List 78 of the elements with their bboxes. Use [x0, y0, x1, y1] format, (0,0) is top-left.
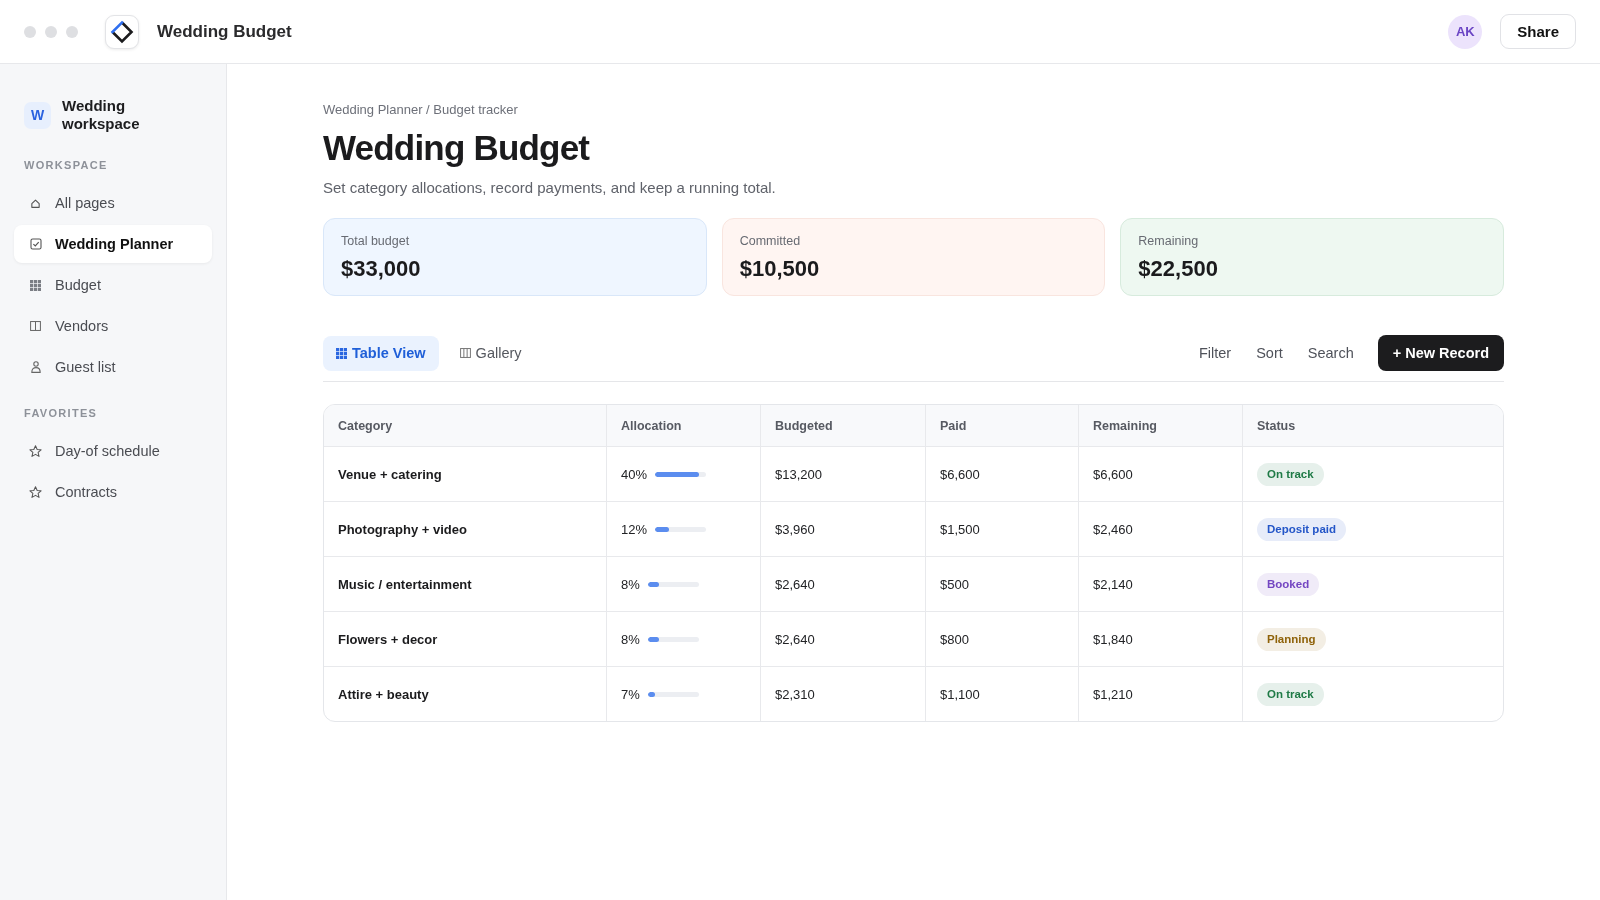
view-tab[interactable]: Table View — [323, 335, 439, 371]
table-cell: Venue + catering — [324, 447, 607, 501]
card-value: $22,500 — [1138, 255, 1219, 283]
sidebar-item[interactable]: Vendors — [14, 307, 212, 345]
sidebar-item[interactable]: Contracts — [14, 473, 212, 511]
status-tag: Deposit paid — [1257, 517, 1346, 541]
window-dot-icon[interactable] — [66, 25, 78, 38]
card-label: Remaining — [1138, 233, 1200, 249]
window-dot-icon[interactable] — [24, 25, 36, 38]
percent-text: 8% — [621, 576, 640, 592]
table-cell: Flowers + decor — [324, 612, 607, 666]
user-avatar[interactable]: AK — [1448, 14, 1483, 49]
star-icon — [29, 444, 42, 458]
table-cell: Photography + video — [324, 502, 607, 556]
section-heading: WORKSPACE — [23, 159, 109, 171]
card-label: Total budget — [341, 233, 411, 249]
checkbox-icon — [29, 238, 42, 250]
table-cell: Music / entertainment — [324, 557, 607, 611]
columns-icon — [459, 348, 471, 358]
table-cell: $6,600 — [926, 447, 1079, 501]
percent-text: 8% — [621, 631, 640, 647]
column-header: Remaining — [1079, 405, 1243, 446]
sidebar-item[interactable]: Wedding Planner — [14, 225, 212, 263]
columns-icon — [30, 321, 41, 331]
person-icon — [30, 361, 41, 373]
window-dot-icon[interactable] — [45, 25, 57, 38]
status-tag: Booked — [1257, 572, 1320, 596]
table-cell: $2,640 — [761, 612, 926, 666]
column-header: Allocation — [607, 405, 761, 446]
table-cell: $13,200 — [761, 447, 926, 501]
table-cell: $3,960 — [761, 502, 926, 556]
star-icon — [29, 485, 42, 499]
table-cell: Attire + beauty — [324, 667, 607, 721]
window-title: Wedding Budget — [157, 21, 292, 42]
table-cell: $6,600 — [1079, 447, 1243, 501]
column-header: Paid — [926, 405, 1079, 446]
sidebar-item[interactable]: Budget — [14, 266, 212, 304]
table-cell: $1,500 — [926, 502, 1079, 556]
table-cell: $2,140 — [1079, 557, 1243, 611]
sidebar-item[interactable]: Guest list — [14, 348, 212, 386]
breadcrumb: Wedding Planner / Budget tracker — [323, 102, 519, 118]
house-icon — [30, 197, 41, 209]
diamond-logo-icon — [105, 14, 139, 49]
table-cell: $2,640 — [761, 557, 926, 611]
grid-icon — [30, 279, 41, 291]
card-value: $10,500 — [739, 255, 821, 283]
percent-text: 12% — [621, 521, 648, 537]
page-subtitle: Set category allocations, record payments, and keep a running total. — [323, 179, 777, 197]
table-cell: $500 — [926, 557, 1079, 611]
table-cell: $1,100 — [926, 667, 1079, 721]
new-record-button[interactable]: + New Record — [1377, 335, 1504, 371]
workspace-name: Wedding workspace — [62, 97, 141, 133]
table-cell: $1,210 — [1079, 667, 1243, 721]
section-heading: FAVORITES — [23, 407, 99, 419]
workspace-avatar: W — [24, 101, 51, 129]
page-title: Wedding Budget — [323, 127, 591, 169]
table-cell: $1,840 — [1079, 612, 1243, 666]
percent-text: 40% — [621, 466, 648, 482]
toolbar-button[interactable]: Filter — [1189, 335, 1241, 371]
status-tag: On track — [1257, 682, 1324, 706]
view-tab[interactable]: Gallery — [446, 335, 535, 371]
column-header: Category — [324, 405, 607, 446]
card-value: $33,000 — [341, 255, 422, 283]
column-header: Status — [1256, 417, 1297, 435]
sidebar-item[interactable]: Day-of schedule — [14, 432, 212, 470]
sidebar-item[interactable]: All pages — [14, 184, 212, 222]
status-tag: On track — [1257, 462, 1324, 486]
grid-icon — [336, 347, 347, 359]
share-button[interactable]: Share — [1500, 14, 1576, 49]
toolbar-button[interactable]: Search — [1298, 335, 1363, 371]
toolbar-button[interactable]: Sort — [1247, 335, 1292, 371]
card-label: Committed — [739, 233, 802, 249]
table-cell: $800 — [926, 612, 1079, 666]
status-tag: Planning — [1257, 627, 1326, 651]
column-header: Budgeted — [761, 405, 926, 446]
table-cell: $2,460 — [1079, 502, 1243, 556]
percent-text: 7% — [621, 686, 640, 702]
table-cell: $2,310 — [761, 667, 926, 721]
